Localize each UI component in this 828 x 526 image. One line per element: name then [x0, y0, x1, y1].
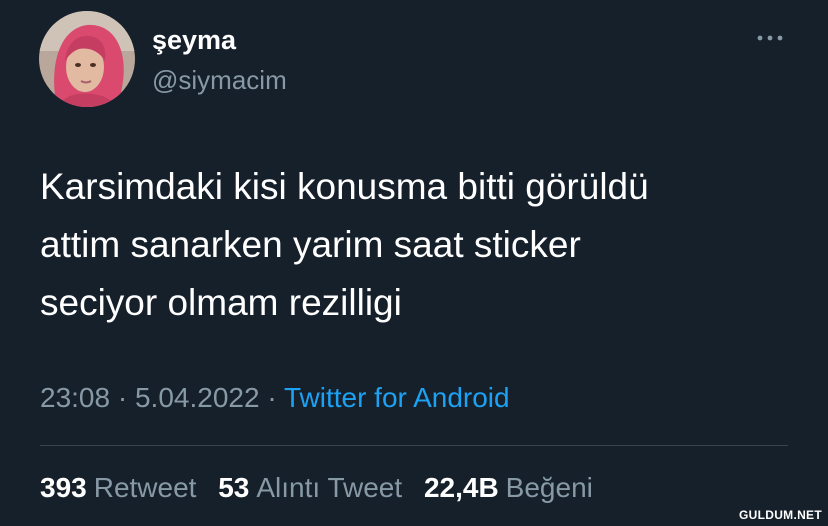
tweet-stats: 393 Retweet 53 Alıntı Tweet 22,4B Beğeni [40, 470, 607, 506]
tweet-text-line: seciyor olmam rezilligi [40, 282, 402, 323]
tweet-card: şeyma @siymacim Karsimdaki kisi konusma … [0, 0, 828, 526]
tweet-time[interactable]: 23:08 [40, 382, 110, 413]
profile-photo-image [39, 11, 135, 107]
tweet-source-link[interactable]: Twitter for Android [284, 382, 510, 413]
quote-label: Alıntı Tweet [256, 472, 403, 503]
divider [40, 445, 788, 446]
tweet-meta: 23:08 · 5.04.2022 · Twitter for Android [40, 380, 510, 416]
likes-stat[interactable]: 22,4B Beğeni [424, 470, 593, 506]
more-horizontal-icon[interactable] [752, 28, 788, 48]
avatar[interactable] [39, 11, 135, 107]
tweet-text-line: Karsimdaki kisi konusma bitti görüldü [40, 166, 649, 207]
retweet-label: Retweet [93, 472, 197, 503]
watermark: GULDUM.NET [739, 508, 822, 522]
tweet-text-line: attim sanarken yarim saat sticker [40, 224, 581, 265]
meta-separator: · [117, 382, 128, 413]
quote-count: 53 [218, 472, 250, 503]
display-name[interactable]: şeyma [152, 24, 236, 56]
user-handle[interactable]: @siymacim [152, 64, 287, 96]
retweet-count: 393 [40, 472, 87, 503]
tweet-date[interactable]: 5.04.2022 [135, 382, 260, 413]
like-label: Beğeni [505, 472, 593, 503]
meta-separator: · [267, 382, 277, 413]
quotes-stat[interactable]: 53 Alıntı Tweet [218, 470, 402, 506]
tweet-text: Karsimdaki kisi konusma bitti görüldü at… [40, 158, 810, 332]
like-count: 22,4B [423, 472, 499, 503]
retweets-stat[interactable]: 393 Retweet [40, 470, 196, 506]
